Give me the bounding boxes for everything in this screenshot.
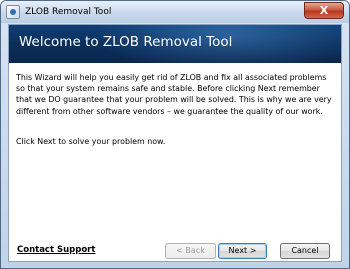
cancel-button[interactable]: Cancel xyxy=(280,243,330,259)
back-button[interactable]: < Back xyxy=(165,243,216,259)
contact-support-link[interactable]: Contact Support xyxy=(17,245,95,255)
window-title: ZLOB Removal Tool xyxy=(25,7,112,17)
intro-text: This Wizard will help you easily get rid… xyxy=(16,73,332,116)
wizard-content: Welcome to ZLOB Removal Tool This Wizard… xyxy=(8,24,342,262)
app-icon xyxy=(6,5,20,19)
banner-title: Welcome to ZLOB Removal Tool xyxy=(19,34,233,50)
next-button[interactable]: Next > xyxy=(218,243,267,259)
instruction-text: Click Next to solve your problem now. xyxy=(16,137,166,146)
wizard-window: ZLOB Removal Tool X Welcome to ZLOB Remo… xyxy=(0,0,350,269)
close-icon: X xyxy=(319,4,329,17)
header-banner: Welcome to ZLOB Removal Tool xyxy=(9,25,341,63)
title-bar[interactable]: ZLOB Removal Tool X xyxy=(1,1,349,23)
close-button[interactable]: X xyxy=(304,2,344,19)
